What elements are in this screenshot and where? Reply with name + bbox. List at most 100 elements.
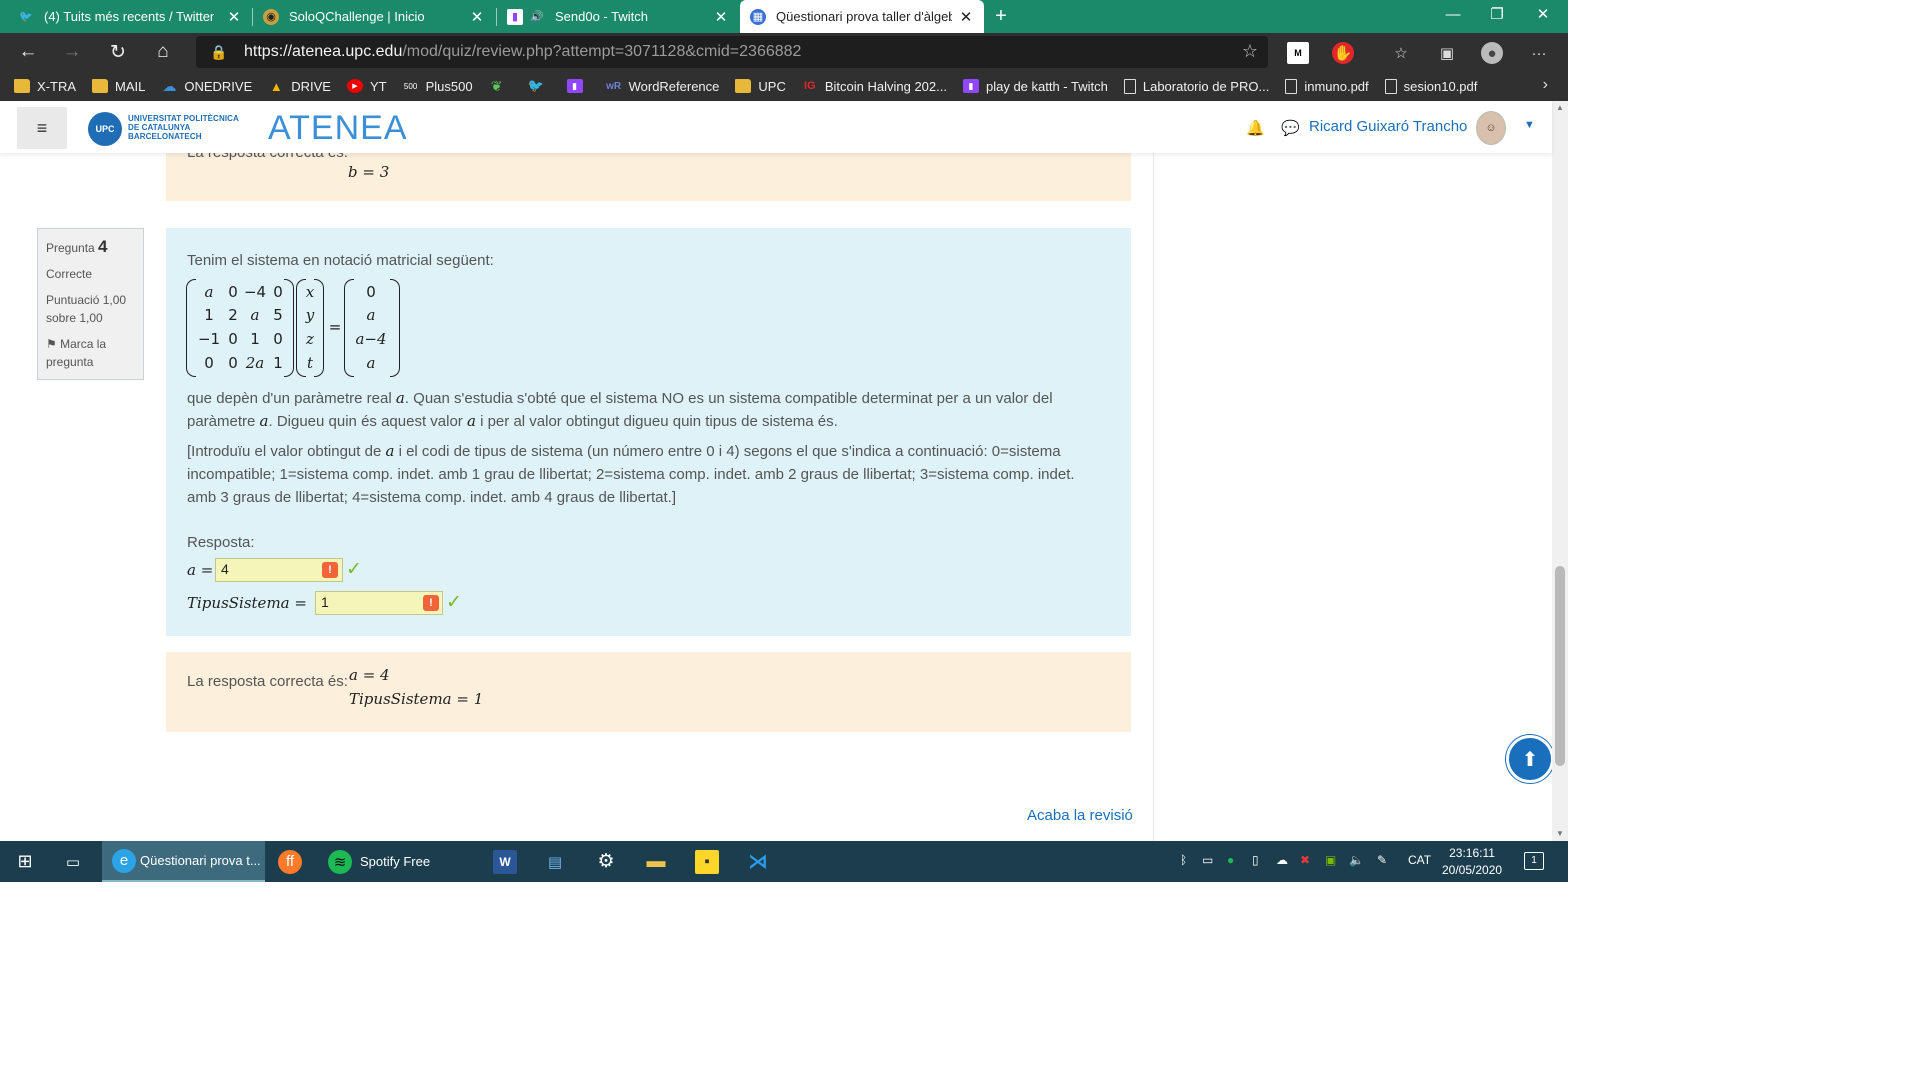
close-icon[interactable]: ✕ <box>958 8 974 26</box>
bookmark-upc[interactable]: UPC <box>735 79 786 94</box>
avatar[interactable]: ☺ <box>1476 111 1506 145</box>
bookmark-drive[interactable]: ▲ DRIVE <box>268 79 331 94</box>
user-menu[interactable]: Ricard Guixaró Trancho <box>1309 118 1467 135</box>
edge-icon: e <box>112 848 136 873</box>
scrollbar-thumb[interactable] <box>1555 566 1565 766</box>
start-button[interactable]: ⊞ <box>12 841 38 882</box>
youtube-icon: ▶ <box>346 79 363 93</box>
bookmark-bitcoin[interactable]: IG Bitcoin Halving 202... <box>802 79 947 94</box>
usb-icon[interactable]: ▯ <box>1252 853 1259 867</box>
browser-toolbar: ← → ↻ ⌂ 🔒 https://atenea.upc.edu/mod/qui… <box>0 33 1568 71</box>
caret-down-icon[interactable]: ▼ <box>1524 119 1535 131</box>
question-number: Pregunta 4 <box>46 237 108 256</box>
taskbar-word[interactable]: W <box>492 841 518 882</box>
wordreference-icon: wR <box>606 80 622 92</box>
feedback-icon[interactable]: ! <box>322 562 338 578</box>
check-icon: ✓ <box>446 592 462 613</box>
extension-icon[interactable]: M <box>1287 42 1309 64</box>
chevron-right-icon[interactable]: › <box>1543 76 1548 94</box>
language-indicator[interactable]: CAT <box>1408 853 1431 867</box>
flag-question-link[interactable]: ⚑ Marca la pregunta <box>46 335 135 371</box>
tab-twitter[interactable]: 🐦 (4) Tuits més recents / Twitter ✕ <box>8 0 252 33</box>
folder-icon: ▬ <box>646 850 666 872</box>
url-text: https://atenea.upc.edu/mod/quiz/review.p… <box>244 43 802 60</box>
bookmark-mail[interactable]: MAIL <box>92 79 145 94</box>
notification-center-button[interactable]: 1 <box>1524 852 1544 870</box>
bookmark-onedrive[interactable]: ☁ ONEDRIVE <box>161 78 252 94</box>
upc-logo[interactable]: UPC <box>88 112 122 146</box>
taskbar-settings[interactable]: ⚙ <box>593 841 619 882</box>
bookmark-twitch[interactable]: ▮ <box>566 79 590 93</box>
taskbar-sticky-notes[interactable]: ▪ <box>694 841 720 882</box>
scroll-up-icon[interactable]: ▲ <box>1555 103 1565 112</box>
scroll-down-icon[interactable]: ▼ <box>1555 829 1565 838</box>
twitter-icon: 🐦 <box>527 78 544 93</box>
spotify-tray-icon[interactable]: ● <box>1227 853 1234 867</box>
bookmark-inmuno[interactable]: inmuno.pdf <box>1285 78 1369 94</box>
bookmark-yt[interactable]: ▶ YT <box>346 79 387 94</box>
upc-wordmark: UNIVERSITAT POLITÈCNICA DE CATALUNYA BAR… <box>128 114 239 141</box>
bookmark-katth[interactable]: ▮ play de katth - Twitch <box>962 79 1108 94</box>
bookmark-wordreference[interactable]: wR WordReference <box>606 79 719 94</box>
scroll-to-top-button[interactable]: ⬆ <box>1506 735 1554 783</box>
close-icon[interactable]: ✕ <box>713 8 729 26</box>
bookmark-xtra[interactable]: X-TRA <box>14 79 76 94</box>
tab-soloq[interactable]: ◉ SoloQChallenge | Inicio ✕ <box>253 0 495 33</box>
taskbar-vscode[interactable]: ⋊ <box>745 841 771 882</box>
taskbar-spotify[interactable]: ≋ Spotify Free <box>322 841 472 882</box>
close-icon[interactable]: ✕ <box>469 8 485 26</box>
pen-icon[interactable]: ✎ <box>1377 853 1387 867</box>
bookmark-twitter[interactable]: 🐦 <box>527 78 551 93</box>
feedback-icon[interactable]: ! <box>423 595 439 611</box>
forward-button[interactable]: → <box>58 38 86 66</box>
atenea-logo[interactable]: ATENEA <box>268 109 408 148</box>
refresh-button[interactable]: ↻ <box>104 38 132 66</box>
bookmark-plus500[interactable]: 500 Plus500 <box>403 79 473 94</box>
home-button[interactable]: ⌂ <box>149 38 177 66</box>
tab-twitch[interactable]: ▮ 🔊 Send0o - Twitch ✕ <box>497 0 739 33</box>
favorite-star-icon[interactable]: ☆ <box>1242 41 1258 62</box>
back-button[interactable]: ← <box>14 38 42 66</box>
tab-atenea-quiz[interactable]: ▦ Qüestionari prova taller d'àlgebr ✕ <box>740 0 984 33</box>
menu-toggle-button[interactable]: ≡ <box>17 107 67 149</box>
close-window-button[interactable]: ✕ <box>1520 0 1566 28</box>
address-bar[interactable]: 🔒 https://atenea.upc.edu/mod/quiz/review… <box>196 36 1268 68</box>
twitch-icon: ▮ <box>507 8 523 25</box>
right-column <box>1153 153 1552 841</box>
taskbar-explorer[interactable]: ▬ <box>643 841 669 882</box>
finish-review-link[interactable]: Acaba la revisió <box>1027 807 1133 824</box>
bookmark-sesion10[interactable]: sesion10.pdf <box>1384 78 1477 94</box>
alert-icon[interactable]: ✖ <box>1300 853 1310 867</box>
folder-icon <box>735 79 752 93</box>
folder-icon <box>14 79 30 93</box>
nvidia-icon[interactable]: ▣ <box>1325 853 1336 867</box>
new-tab-button[interactable]: + <box>990 4 1012 28</box>
volume-icon[interactable]: 🔈 <box>1349 853 1364 867</box>
favorites-icon[interactable]: ☆ <box>1390 42 1412 64</box>
restore-button[interactable]: ❐ <box>1474 0 1520 28</box>
network-icon[interactable]: ▭ <box>1202 853 1213 867</box>
document-icon <box>1123 78 1136 94</box>
task-view-button[interactable]: ▭ <box>60 841 86 882</box>
adblock-icon[interactable]: ✋ <box>1332 42 1354 64</box>
minimize-button[interactable]: — <box>1430 0 1476 28</box>
scrollbar[interactable]: ▲ ▼ <box>1552 101 1568 841</box>
taskbar-edge[interactable]: e Qüestionari prova t... <box>102 841 265 882</box>
question-intro: Tenim el sistema en notació matricial se… <box>187 252 494 269</box>
cloud-icon[interactable]: ☁ <box>1276 853 1288 867</box>
profile-icon[interactable]: ● <box>1481 42 1503 64</box>
taskbar-app[interactable]: ▤ <box>542 841 568 882</box>
soloq-icon: ◉ <box>263 8 279 25</box>
close-icon[interactable]: ✕ <box>226 8 242 26</box>
bookmark-green[interactable]: ❦ <box>489 78 512 94</box>
bell-icon[interactable]: 🔔 <box>1246 119 1265 137</box>
speaker-icon[interactable]: 🔊 <box>529 9 545 25</box>
message-icon[interactable]: 💬 <box>1281 119 1300 137</box>
taskbar-firefox[interactable]: ff <box>276 841 304 882</box>
clock[interactable]: 23:16:11 20/05/2020 <box>1442 845 1502 879</box>
bookmark-laboratorio[interactable]: Laboratorio de PRO... <box>1123 78 1269 94</box>
browser-tab-strip: 🐦 (4) Tuits més recents / Twitter ✕ ◉ So… <box>0 0 1568 33</box>
bluetooth-icon[interactable]: ᛒ <box>1180 853 1187 867</box>
more-menu-icon[interactable]: ··· <box>1528 42 1550 64</box>
collections-icon[interactable]: ▣ <box>1436 42 1458 64</box>
